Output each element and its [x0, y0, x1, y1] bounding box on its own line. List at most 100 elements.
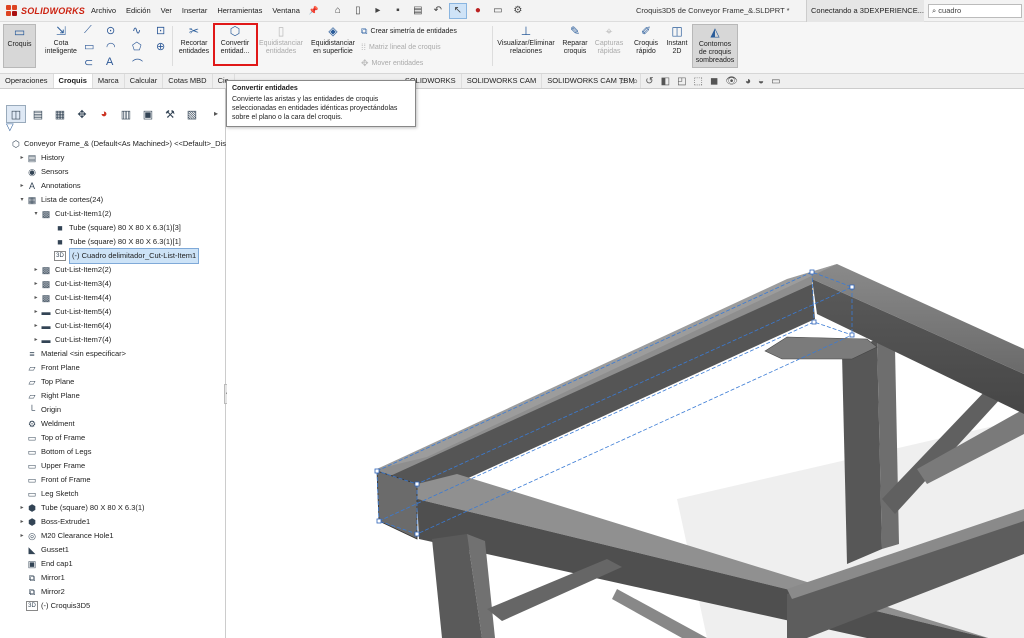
- view-orientation-icon[interactable]: ⬚: [694, 76, 703, 87]
- select-pointer-icon[interactable]: ↖: [448, 2, 467, 19]
- tree-item[interactable]: ≡ Material <sin especificar>: [0, 347, 226, 361]
- croquis-button[interactable]: ▭ Croquis: [3, 24, 36, 68]
- tab-calcular[interactable]: Calcular: [125, 74, 164, 88]
- panel-scroll-arrow-icon[interactable]: ▸: [214, 109, 218, 118]
- print-icon[interactable]: ▤: [409, 3, 427, 19]
- expand-arrow-icon[interactable]: ▸: [18, 151, 26, 165]
- expand-arrow-icon[interactable]: ▸: [32, 291, 40, 305]
- circle-icon[interactable]: ⊙: [106, 24, 115, 37]
- expand-arrow-icon[interactable]: ▸: [32, 319, 40, 333]
- zoom-area-icon[interactable]: ⌕: [633, 76, 639, 87]
- dynamic-annotation-icon[interactable]: ◰: [677, 76, 686, 87]
- menu-archivo[interactable]: Archivo: [86, 6, 121, 15]
- graphics-viewport[interactable]: [227, 89, 1024, 638]
- menu-insertar[interactable]: Insertar: [177, 6, 212, 15]
- zoom-fit-icon[interactable]: ⌕: [620, 76, 626, 87]
- new-document-icon[interactable]: ▯: [349, 3, 367, 19]
- tree-item[interactable]: ⧉ Mirror1: [0, 571, 226, 585]
- tree-item[interactable]: ◣ Gusset1: [0, 543, 226, 557]
- mirror-entities-button[interactable]: ⧉ Crear simetría de entidades: [361, 26, 457, 37]
- tree-item[interactable]: ⧉ Mirror2: [0, 585, 226, 599]
- tree-item[interactable]: ▭ Bottom of Legs: [0, 445, 226, 459]
- rectangle-icon[interactable]: ▭: [84, 40, 94, 53]
- configuration-manager-tab-icon[interactable]: ▦: [50, 105, 70, 123]
- display-style-icon[interactable]: ◼: [710, 76, 718, 87]
- tree-item[interactable]: ▸ ▬ Cut-List-Item5(4): [0, 305, 226, 319]
- centerline-icon[interactable]: ⌒: [132, 56, 143, 72]
- expand-arrow-icon[interactable]: ▸: [18, 179, 26, 193]
- capturas-rapidas-button[interactable]: ⌖ Capturas rápidas: [593, 24, 625, 56]
- menu-ventana[interactable]: Ventana: [267, 6, 305, 15]
- tree-item[interactable]: ⚙ Weldment: [0, 417, 226, 431]
- cam-tool-tab-icon[interactable]: ⚒: [160, 105, 180, 123]
- expand-arrow-icon[interactable]: ▸: [32, 263, 40, 277]
- tree-item[interactable]: ▸ ▬ Cut-List-Item7(4): [0, 333, 226, 347]
- feature-manager-tab-icon[interactable]: ◫: [6, 105, 26, 123]
- tab-operaciones[interactable]: Operaciones: [0, 74, 54, 88]
- tree-item[interactable]: ▸ ◎ M20 Clearance Hole1: [0, 529, 226, 543]
- tree-item[interactable]: ▭ Top of Frame: [0, 431, 226, 445]
- cam-nc-tab-icon[interactable]: ▧: [182, 105, 202, 123]
- equidistanciar-superficie-button[interactable]: ◈ Equidistanciar en superficie: [307, 24, 359, 56]
- tree-item[interactable]: ■ Tube (square) 80 X 80 X 6.3(1)[3]: [0, 221, 226, 235]
- tree-item[interactable]: ■ Tube (square) 80 X 80 X 6.3(1)[1]: [0, 235, 226, 249]
- line-icon[interactable]: ⟋: [84, 24, 92, 37]
- expand-arrow-icon[interactable]: ▾: [18, 193, 26, 207]
- expand-arrow-icon[interactable]: ▸: [32, 333, 40, 347]
- tree-item[interactable]: ▸ ⬢ Tube (square) 80 X 80 X 6.3(1): [0, 501, 226, 515]
- tree-item[interactable]: ▸ ▩ Cut-List-Item4(4): [0, 291, 226, 305]
- solidworks-logo[interactable]: SOLIDWORKS: [0, 4, 86, 17]
- tree-item[interactable]: ▱ Right Plane: [0, 389, 226, 403]
- cam-operation-tab-icon[interactable]: ▣: [138, 105, 158, 123]
- open-icon[interactable]: ▸: [369, 3, 387, 19]
- tree-item[interactable]: 3D (-) Cuadro delimitador_Cut-List-Item1: [0, 248, 226, 264]
- connect-3dexperience[interactable]: Conectando a 3DEXPERIENCE...: [806, 0, 924, 22]
- tree-item[interactable]: ▸ ▩ Cut-List-Item3(4): [0, 277, 226, 291]
- filter-icon[interactable]: ▽: [6, 122, 14, 133]
- tree-item[interactable]: ⬡ Conveyor Frame_& (Default<As Machined>)…: [0, 137, 226, 151]
- tree-item[interactable]: 3D (-) Croquis3D5: [0, 599, 226, 613]
- tree-item[interactable]: ▸ ⬢ Boss-Extrude1: [0, 515, 226, 529]
- tree-item[interactable]: ▭ Upper Frame: [0, 459, 226, 473]
- menu-ver[interactable]: Ver: [156, 6, 177, 15]
- expand-arrow-icon[interactable]: ▸: [18, 501, 26, 515]
- home-icon[interactable]: ⌂: [329, 3, 347, 19]
- reparar-croquis-button[interactable]: ✎ Reparar croquis: [560, 24, 590, 56]
- point-icon[interactable]: ⊕: [156, 40, 165, 53]
- gear-icon[interactable]: ⚙: [509, 3, 527, 19]
- cota-inteligente-button[interactable]: ⇲ Cota inteligente: [38, 24, 84, 56]
- save-icon[interactable]: ▪: [389, 3, 407, 19]
- undo-icon[interactable]: ↶: [429, 3, 447, 19]
- arc-icon[interactable]: ◠: [106, 40, 116, 53]
- tree-item[interactable]: ▾ ▦ Lista de cortes(24): [0, 193, 226, 207]
- sketch-fillet-icon[interactable]: ⊡: [156, 24, 165, 37]
- tree-item[interactable]: ▸ ▩ Cut-List-Item2(2): [0, 263, 226, 277]
- expand-arrow-icon[interactable]: ▸: [32, 277, 40, 291]
- file-properties-icon[interactable]: ▭: [489, 3, 507, 19]
- slot-icon[interactable]: ⊂: [84, 56, 93, 69]
- appearance-icon[interactable]: ◕: [745, 76, 751, 87]
- menu-herramientas[interactable]: Herramientas: [212, 6, 267, 15]
- expand-arrow-icon[interactable]: ▸: [32, 305, 40, 319]
- property-manager-tab-icon[interactable]: ▤: [28, 105, 48, 123]
- section-view-icon[interactable]: ◧: [661, 76, 670, 87]
- recortar-entidades-button[interactable]: ✂ Recortar entidades: [175, 24, 213, 56]
- tab-croquis[interactable]: Croquis: [53, 74, 93, 88]
- hide-show-icon[interactable]: 👁: [725, 76, 738, 87]
- cam-feature-tab-icon[interactable]: ▥: [116, 105, 136, 123]
- instant2d-button[interactable]: ◫ Instant 2D: [664, 24, 690, 56]
- menu-edicion[interactable]: Edición: [121, 6, 156, 15]
- tree-item[interactable]: ▣ End cap1: [0, 557, 226, 571]
- tree-item[interactable]: ▱ Front Plane: [0, 361, 226, 375]
- expand-arrow-icon[interactable]: ▸: [18, 529, 26, 543]
- tab-solidworks-cam[interactable]: SOLIDWORKS CAM: [462, 74, 543, 88]
- tree-item[interactable]: ▸ ▤ History: [0, 151, 226, 165]
- search-input[interactable]: ⌕ cuadro: [928, 4, 1022, 18]
- equidistanciar-entidades-button[interactable]: ▯ Equidistanciar entidades: [257, 24, 305, 56]
- tree-item[interactable]: └ Origin: [0, 403, 226, 417]
- tab-cotas-mbd[interactable]: Cotas MBD: [163, 74, 213, 88]
- croquis-rapido-button[interactable]: ✐ Croquis rápido: [629, 24, 663, 56]
- scene-icon[interactable]: ◒: [758, 76, 764, 87]
- contornos-sombreados-button[interactable]: ◭ Contornos de croquis sombreados: [692, 24, 738, 68]
- spline-icon[interactable]: ∿: [132, 24, 141, 37]
